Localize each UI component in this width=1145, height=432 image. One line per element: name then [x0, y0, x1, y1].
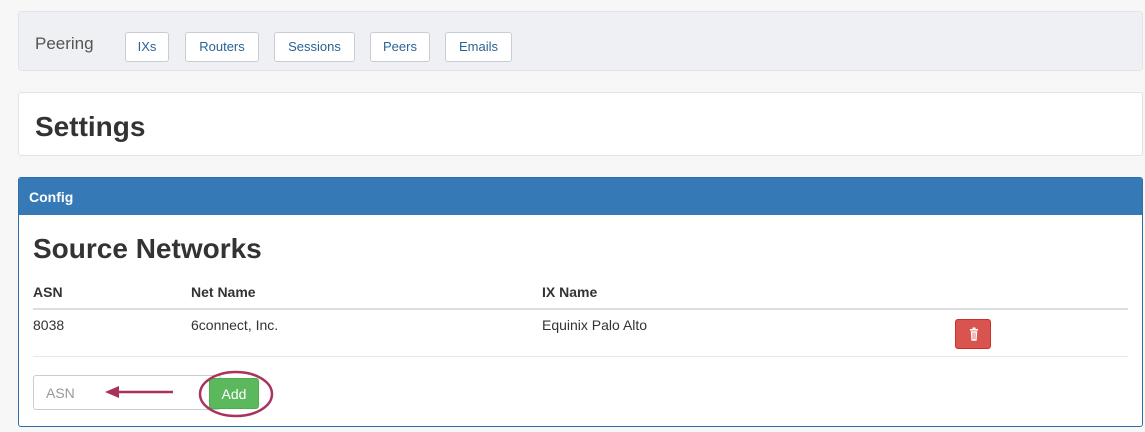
column-header-ix-name: IX Name — [542, 284, 598, 300]
nav-button-emails[interactable]: Emails — [445, 32, 512, 62]
config-panel: Config Source Networks ASN Net Name IX N… — [18, 177, 1143, 427]
source-networks-title: Source Networks — [33, 233, 262, 264]
cell-ix-name: Equinix Palo Alto — [542, 317, 648, 333]
cell-net-name: 6connect, Inc. — [191, 317, 279, 333]
add-button[interactable]: Add — [209, 378, 259, 409]
cell-asn: 8038 — [33, 317, 65, 333]
settings-panel: Settings — [18, 92, 1143, 156]
column-header-net-name: Net Name — [191, 284, 256, 300]
nav-button-sessions[interactable]: Sessions — [274, 32, 355, 62]
config-panel-heading: Config — [19, 178, 1142, 215]
top-navbar: Peering IXs Routers Sessions Peers Email… — [18, 11, 1143, 71]
trash-icon — [970, 327, 978, 341]
table-row-divider — [33, 356, 1128, 357]
column-header-asn: ASN — [33, 284, 63, 300]
nav-button-peers[interactable]: Peers — [370, 32, 430, 62]
navbar-brand[interactable]: Peering — [35, 34, 94, 54]
nav-button-ixs[interactable]: IXs — [125, 32, 169, 62]
page-title: Settings — [35, 111, 146, 142]
nav-button-routers[interactable]: Routers — [185, 32, 259, 62]
delete-button[interactable] — [955, 319, 991, 349]
table-header-divider — [33, 308, 1128, 310]
asn-input[interactable] — [33, 375, 221, 410]
